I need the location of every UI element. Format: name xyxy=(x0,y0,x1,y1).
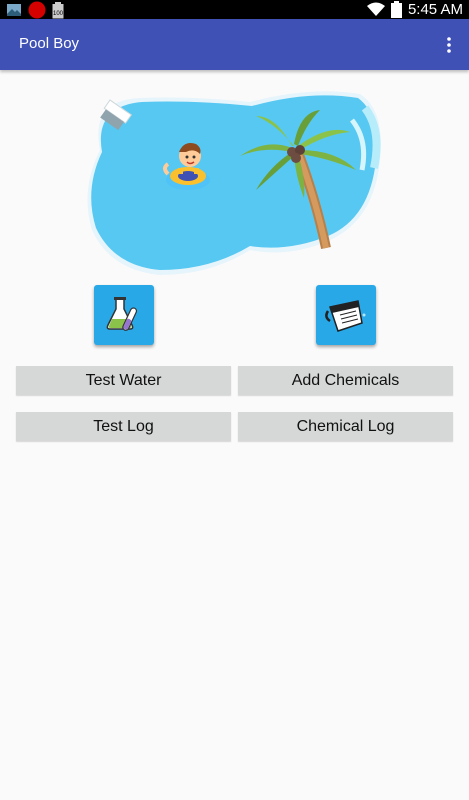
record-indicator-icon xyxy=(28,1,46,19)
clock: 5:45 AM xyxy=(407,1,463,18)
pool-illustration xyxy=(87,91,381,275)
test-water-button[interactable]: Test Water xyxy=(16,366,231,395)
battery-saver-icon: 100 xyxy=(52,1,64,18)
app-title: Pool Boy xyxy=(19,35,80,52)
chemistry-test-icon xyxy=(106,297,138,331)
system-icons: 5:45 AM xyxy=(366,0,463,19)
pour-chemical-icon xyxy=(325,300,366,332)
svg-text:100: 100 xyxy=(53,11,64,17)
photo-notification-icon xyxy=(7,4,21,16)
test-water-icon-button[interactable] xyxy=(94,285,154,345)
add-chemicals-button[interactable]: Add Chemicals xyxy=(238,366,453,395)
app-bar: Pool Boy xyxy=(0,19,469,70)
notification-icons: 100 xyxy=(6,1,64,19)
status-bar: 100 5:45 AM xyxy=(0,0,469,19)
battery-icon xyxy=(390,1,402,18)
wifi-icon xyxy=(366,2,385,16)
chemical-log-button[interactable]: Chemical Log xyxy=(238,412,453,441)
test-log-button[interactable]: Test Log xyxy=(16,412,231,441)
add-chemicals-icon-button[interactable] xyxy=(316,285,376,345)
overflow-menu-icon[interactable] xyxy=(443,35,455,55)
